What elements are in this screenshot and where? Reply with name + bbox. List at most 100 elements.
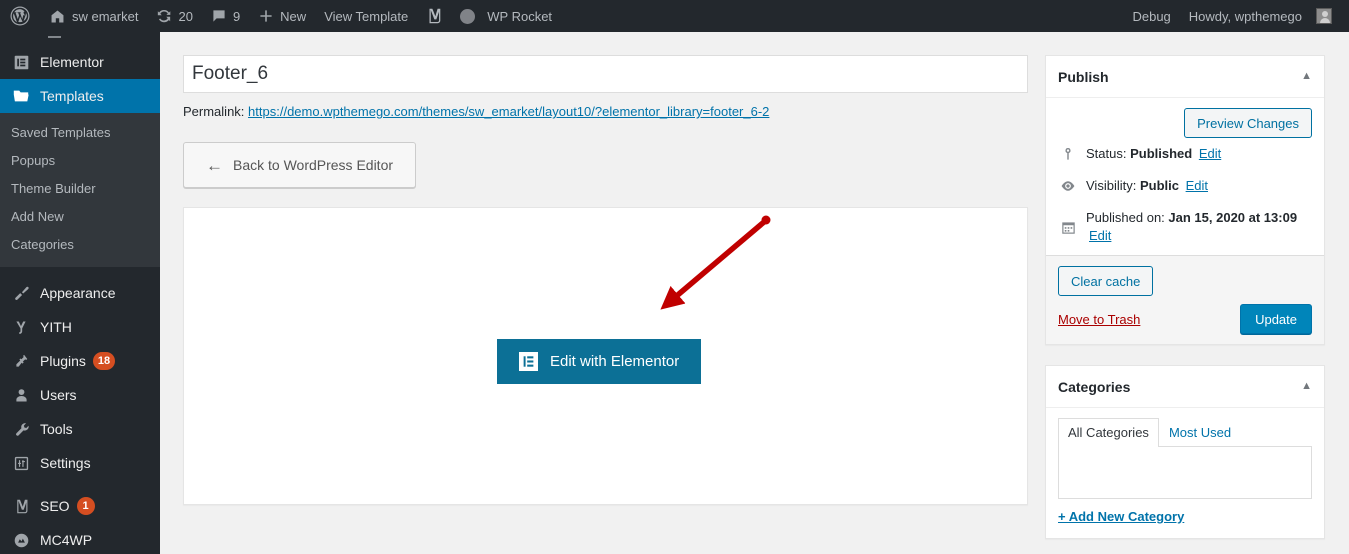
pin-icon [1058, 146, 1078, 162]
categories-checklist[interactable] [1058, 447, 1312, 499]
preview-changes-button[interactable]: Preview Changes [1184, 108, 1312, 138]
sidebar-partial-item-above [0, 32, 160, 45]
sidebar-subitem-add-new[interactable]: Add New [0, 203, 160, 231]
publish-date-value: Jan 15, 2020 at 13:09 [1168, 210, 1298, 225]
post-body-main-column: Permalink: https://demo.wpthemego.com/th… [183, 55, 1028, 505]
post-title-input[interactable] [183, 55, 1028, 93]
sidebar-item-mc4wp[interactable]: MC4WP [0, 523, 160, 554]
admin-bar-yoast[interactable] [417, 0, 451, 32]
categories-postbox-header[interactable]: Categories ▲ [1046, 366, 1324, 408]
brush-icon [11, 283, 31, 303]
categories-postbox-inner: All Categories Most Used + Add New Categ… [1046, 408, 1324, 538]
sidebar-item-appearance[interactable]: Appearance [0, 276, 160, 310]
sidebar-separator-2 [0, 480, 160, 489]
permalink-row: Permalink: https://demo.wpthemego.com/th… [183, 103, 1028, 121]
sidebar-subitem-saved-templates[interactable]: Saved Templates [0, 119, 160, 147]
sidebar-item-tools[interactable]: Tools [0, 412, 160, 446]
elementor-icon [519, 352, 538, 371]
eye-icon [1058, 178, 1078, 194]
sidebar-item-yith-label: YITH [40, 319, 72, 335]
publish-visibility-value: Public [1139, 178, 1179, 193]
sidebar-item-yith[interactable]: YITH [0, 310, 160, 344]
publish-date-edit-link[interactable]: Edit [1089, 228, 1111, 243]
sidebar-item-appearance-label: Appearance [40, 285, 116, 301]
add-new-category-link[interactable]: + Add New Category [1058, 509, 1184, 524]
plus-icon [258, 8, 274, 24]
admin-bar-updates[interactable]: 20 [147, 0, 201, 32]
folder-icon [11, 86, 31, 106]
sidebar-item-users[interactable]: Users [0, 378, 160, 412]
admin-bar-site-name[interactable]: sw emarket [40, 0, 147, 32]
chevron-up-icon[interactable]: ▲ [1301, 71, 1312, 82]
publish-postbox-header[interactable]: Publish ▲ [1046, 56, 1324, 98]
update-button[interactable]: Update [1240, 304, 1312, 334]
categories-postbox: Categories ▲ All Categories Most Used + … [1045, 365, 1325, 539]
back-to-wordpress-editor-label: Back to WordPress Editor [233, 157, 394, 173]
chevron-up-icon[interactable]: ▲ [1301, 381, 1312, 392]
permalink-label: Permalink: [183, 104, 245, 119]
categories-tabs: All Categories Most Used [1058, 418, 1312, 447]
publish-postbox-title: Publish [1058, 68, 1109, 85]
back-to-wordpress-editor-button[interactable]: ← Back to WordPress Editor [183, 142, 417, 188]
admin-bar-comments[interactable]: 9 [202, 0, 249, 32]
admin-bar-debug-label: Debug [1132, 8, 1171, 24]
publish-status-row: Status: Published Edit [1046, 138, 1324, 170]
settings-icon [11, 453, 31, 473]
sidebar-item-templates-label: Templates [40, 88, 104, 104]
calendar-icon [1058, 220, 1078, 235]
users-icon [11, 385, 31, 405]
sidebar-subitem-theme-builder[interactable]: Theme Builder [0, 175, 160, 203]
edit-with-elementor-button[interactable]: Edit with Elementor [497, 339, 702, 384]
admin-bar-wp-logo[interactable] [0, 0, 40, 32]
publish-visibility-edit-link[interactable]: Edit [1186, 178, 1208, 193]
publish-bottom-row: Move to Trash Update [1058, 304, 1312, 334]
admin-bar-comments-count: 9 [232, 8, 241, 24]
sidebar-subitem-categories[interactable]: Categories [0, 231, 160, 259]
sidebar-item-seo[interactable]: SEO 1 [0, 489, 160, 523]
mailchimp-icon [11, 530, 31, 550]
admin-bar-my-account[interactable]: Howdy, wpthemego [1180, 0, 1341, 32]
sidebar-item-settings-label: Settings [40, 455, 91, 471]
categories-postbox-title: Categories [1058, 378, 1131, 395]
admin-bar: sw emarket 20 9 New View Template WP Roc… [0, 0, 1349, 32]
plugin-icon [11, 351, 31, 371]
sidebar-subitem-popups[interactable]: Popups [0, 147, 160, 175]
publish-status-edit-link[interactable]: Edit [1199, 146, 1221, 161]
admin-bar-view-template-label: View Template [324, 8, 409, 24]
yith-icon [11, 317, 31, 337]
admin-bar-debug[interactable]: Debug [1123, 0, 1179, 32]
avatar [1316, 8, 1332, 24]
publish-status-label: Status: [1086, 146, 1127, 161]
tab-all-categories[interactable]: All Categories [1058, 418, 1159, 447]
sidebar-item-elementor[interactable]: Elementor [0, 45, 160, 79]
publish-actions-row: Preview Changes [1046, 98, 1324, 138]
arrow-left-icon: ← [206, 155, 223, 175]
publish-status-value: Published [1130, 146, 1193, 161]
tab-most-used[interactable]: Most Used [1159, 418, 1241, 447]
admin-sidebar-menu: Elementor Templates Saved Templates Popu… [0, 32, 160, 554]
sidebar-item-users-label: Users [40, 387, 77, 403]
sidebar-item-plugins[interactable]: Plugins 18 [0, 344, 160, 378]
yoast-icon [11, 496, 31, 516]
admin-bar-left: sw emarket 20 9 New View Template WP Roc… [0, 0, 561, 32]
tools-icon [11, 419, 31, 439]
wordpress-icon [10, 6, 30, 26]
post-body-side-column: Publish ▲ Preview Changes Status: Publis… [1045, 55, 1325, 554]
permalink-link[interactable]: https://demo.wpthemego.com/themes/sw_ema… [248, 104, 769, 119]
elementor-icon [11, 52, 31, 72]
comment-icon [211, 8, 227, 24]
sidebar-item-settings[interactable]: Settings [0, 446, 160, 480]
publish-date-row: Published on: Jan 15, 2020 at 13:09 Edit [1046, 202, 1324, 255]
sidebar-item-seo-label: SEO [40, 498, 70, 514]
sidebar-seo-badge: 1 [76, 497, 95, 515]
admin-bar-view-template[interactable]: View Template [315, 0, 417, 32]
move-to-trash-link[interactable]: Move to Trash [1058, 312, 1140, 327]
admin-bar-wp-rocket[interactable]: WP Rocket [451, 0, 561, 32]
admin-bar-new-content[interactable]: New [249, 0, 315, 32]
clear-cache-button[interactable]: Clear cache [1058, 266, 1154, 296]
clear-cache-row: Clear cache [1058, 266, 1312, 296]
sidebar-item-plugins-label: Plugins [40, 353, 86, 369]
home-icon [49, 8, 66, 25]
sidebar-item-elementor-label: Elementor [40, 54, 104, 70]
sidebar-item-templates[interactable]: Templates [0, 79, 160, 113]
